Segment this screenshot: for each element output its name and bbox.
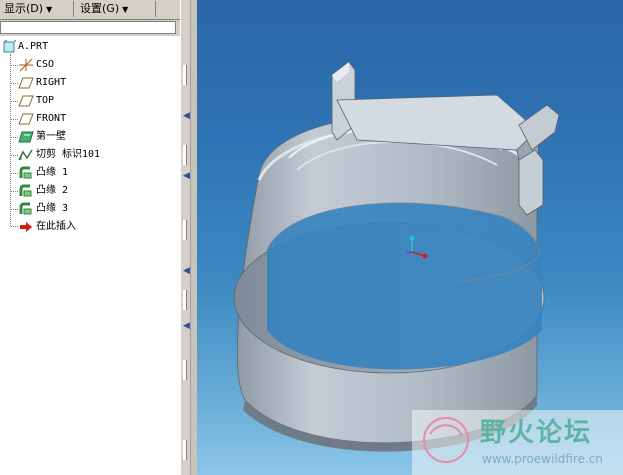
tree-item-right[interactable]: RIGHT bbox=[18, 75, 168, 91]
datum-plane-icon bbox=[18, 112, 34, 126]
tree-connector bbox=[10, 54, 11, 226]
show-menu-label: 显示(D) bbox=[4, 2, 44, 15]
3d-model-view bbox=[233, 61, 560, 452]
splitter-grip[interactable] bbox=[183, 65, 187, 85]
model-tree-menubar: 显示(D) ▼ 设置(G) ▼ bbox=[0, 0, 180, 20]
show-menu-button[interactable]: 显示(D) ▼ bbox=[0, 1, 74, 17]
tree-connector bbox=[11, 119, 18, 120]
datum-plane-icon bbox=[18, 76, 34, 90]
part-icon bbox=[2, 39, 18, 54]
tree-connector bbox=[11, 65, 18, 66]
splitter-track bbox=[190, 0, 197, 475]
forum-watermark: 野火论坛 www.proewildfire.cn bbox=[412, 410, 623, 475]
chevron-down-icon: ▼ bbox=[122, 5, 129, 14]
tree-connector bbox=[11, 173, 18, 174]
tree-item-label: 在此插入 bbox=[36, 221, 76, 232]
tree-item-top[interactable]: TOP bbox=[18, 93, 168, 109]
tree-filter-field[interactable] bbox=[0, 21, 176, 34]
tree-item-label: CSO bbox=[36, 59, 55, 70]
model-tree-panel: 显示(D) ▼ 设置(G) ▼ A.PRT CSO RIGHT TOP FRON… bbox=[0, 0, 180, 475]
first-wall-icon bbox=[18, 130, 34, 144]
coordinate-system-icon bbox=[18, 58, 34, 72]
splitter-grip[interactable] bbox=[183, 290, 187, 310]
tree-connector bbox=[11, 137, 18, 138]
chevron-down-icon: ▼ bbox=[46, 5, 53, 14]
model-tree: A.PRT CSO RIGHT TOP FRONT 第一壁 切剪 标识101 凸… bbox=[0, 36, 180, 475]
tree-item-label: 凸缘 2 bbox=[36, 185, 69, 196]
tree-item-label: 凸缘 1 bbox=[36, 167, 69, 178]
splitter-grip[interactable] bbox=[183, 145, 187, 165]
tree-item-label: A.PRT bbox=[18, 41, 49, 52]
tree-item-insert-here[interactable]: 在此插入 bbox=[18, 219, 168, 235]
settings-menu-button[interactable]: 设置(G) ▼ bbox=[76, 1, 156, 17]
settings-menu-label: 设置(G) bbox=[80, 2, 120, 15]
insert-here-arrow-icon bbox=[18, 220, 34, 234]
tree-item-label: 凸缘 3 bbox=[36, 203, 69, 214]
flange-icon bbox=[18, 184, 34, 198]
tree-item-flange-2[interactable]: 凸缘 2 bbox=[18, 183, 168, 199]
panel-splitter[interactable]: ◀ ◀ ◀ ◀ bbox=[180, 0, 197, 475]
flange-icon bbox=[18, 166, 34, 180]
tree-connector bbox=[11, 209, 18, 210]
forum-logo-icon bbox=[423, 417, 469, 463]
tree-item-front[interactable]: FRONT bbox=[18, 111, 168, 127]
tree-connector bbox=[11, 101, 18, 102]
tree-item-label: RIGHT bbox=[36, 77, 67, 88]
flange-icon bbox=[18, 202, 34, 216]
tree-connector bbox=[11, 191, 18, 192]
splitter-grip[interactable] bbox=[183, 440, 187, 460]
tree-connector bbox=[11, 83, 18, 84]
cut-icon bbox=[18, 148, 34, 162]
tree-connector bbox=[11, 155, 18, 156]
datum-plane-icon bbox=[18, 94, 34, 108]
tree-item-label: FRONT bbox=[36, 113, 67, 124]
tree-item-label: 第一壁 bbox=[36, 131, 66, 142]
tree-item-cso[interactable]: CSO bbox=[18, 57, 168, 73]
tree-item-label: 切剪 标识101 bbox=[36, 149, 101, 160]
tree-connector bbox=[11, 226, 18, 227]
tree-item-label: TOP bbox=[36, 95, 55, 106]
tree-item-root[interactable]: A.PRT bbox=[2, 39, 172, 55]
watermark-url: www.proewildfire.cn bbox=[482, 452, 603, 466]
tree-item-first-wall[interactable]: 第一壁 bbox=[18, 129, 168, 145]
sheetmetal-ring bbox=[233, 115, 545, 452]
splitter-grip[interactable] bbox=[183, 360, 187, 380]
watermark-title: 野火论坛 bbox=[480, 418, 593, 448]
tree-item-flange-1[interactable]: 凸缘 1 bbox=[18, 165, 168, 181]
splitter-grip[interactable] bbox=[183, 220, 187, 240]
tree-item-flange-3[interactable]: 凸缘 3 bbox=[18, 201, 168, 217]
graphics-viewport[interactable]: 野火论坛 www.proewildfire.cn bbox=[197, 0, 623, 475]
tree-item-cut[interactable]: 切剪 标识101 bbox=[18, 147, 173, 163]
